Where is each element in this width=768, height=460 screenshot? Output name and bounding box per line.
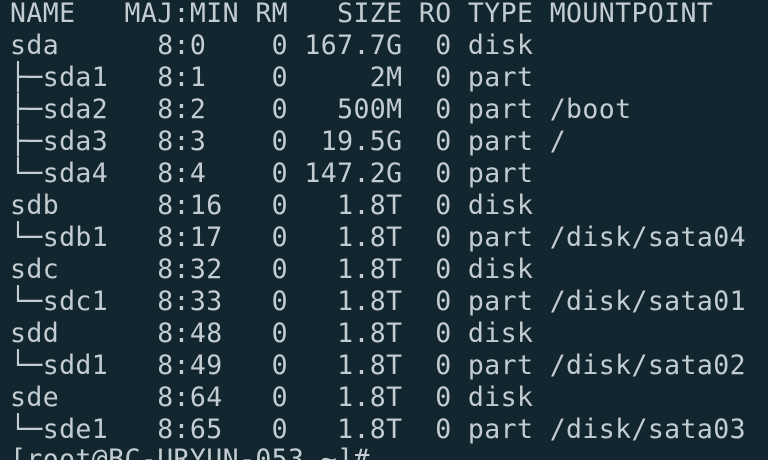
lsblk-row-sde: sde 8:64 0 1.8T 0 disk [10, 382, 534, 413]
lsblk-row-sdc: sdc 8:32 0 1.8T 0 disk [10, 254, 534, 285]
lsblk-header-row: NAME MAJ:MIN RM SIZE RO TYPE MOUNTPOINT [10, 0, 714, 29]
lsblk-row-sda: sda 8:0 0 167.7G 0 disk [10, 30, 534, 61]
lsblk-row-sda4: └─sda4 8:4 0 147.2G 0 part [10, 158, 534, 189]
lsblk-row-sdd: sdd 8:48 0 1.8T 0 disk [10, 318, 534, 349]
lsblk-row-sda1: ├─sda1 8:1 0 2M 0 part [10, 62, 534, 93]
lsblk-row-sdd1: └─sdd1 8:49 0 1.8T 0 part /disk/sata02 [10, 350, 746, 381]
lsblk-row-sdc1: └─sdc1 8:33 0 1.8T 0 part /disk/sata01 [10, 286, 746, 317]
terminal-window[interactable]: NAME MAJ:MIN RM SIZE RO TYPE MOUNTPOINT … [0, 0, 768, 460]
lsblk-row-sdb1: └─sdb1 8:17 0 1.8T 0 part /disk/sata04 [10, 222, 746, 253]
lsblk-row-sda3: ├─sda3 8:3 0 19.5G 0 part / [10, 126, 567, 157]
lsblk-row-sde1: └─sde1 8:65 0 1.8T 0 part /disk/sata03 [10, 414, 746, 445]
lsblk-row-sdb: sdb 8:16 0 1.8T 0 disk [10, 190, 534, 221]
lsblk-row-sda2: ├─sda2 8:2 0 500M 0 part /boot [10, 94, 632, 125]
shell-prompt[interactable]: [root@BC-URYUN-053 ~]# [10, 444, 370, 460]
